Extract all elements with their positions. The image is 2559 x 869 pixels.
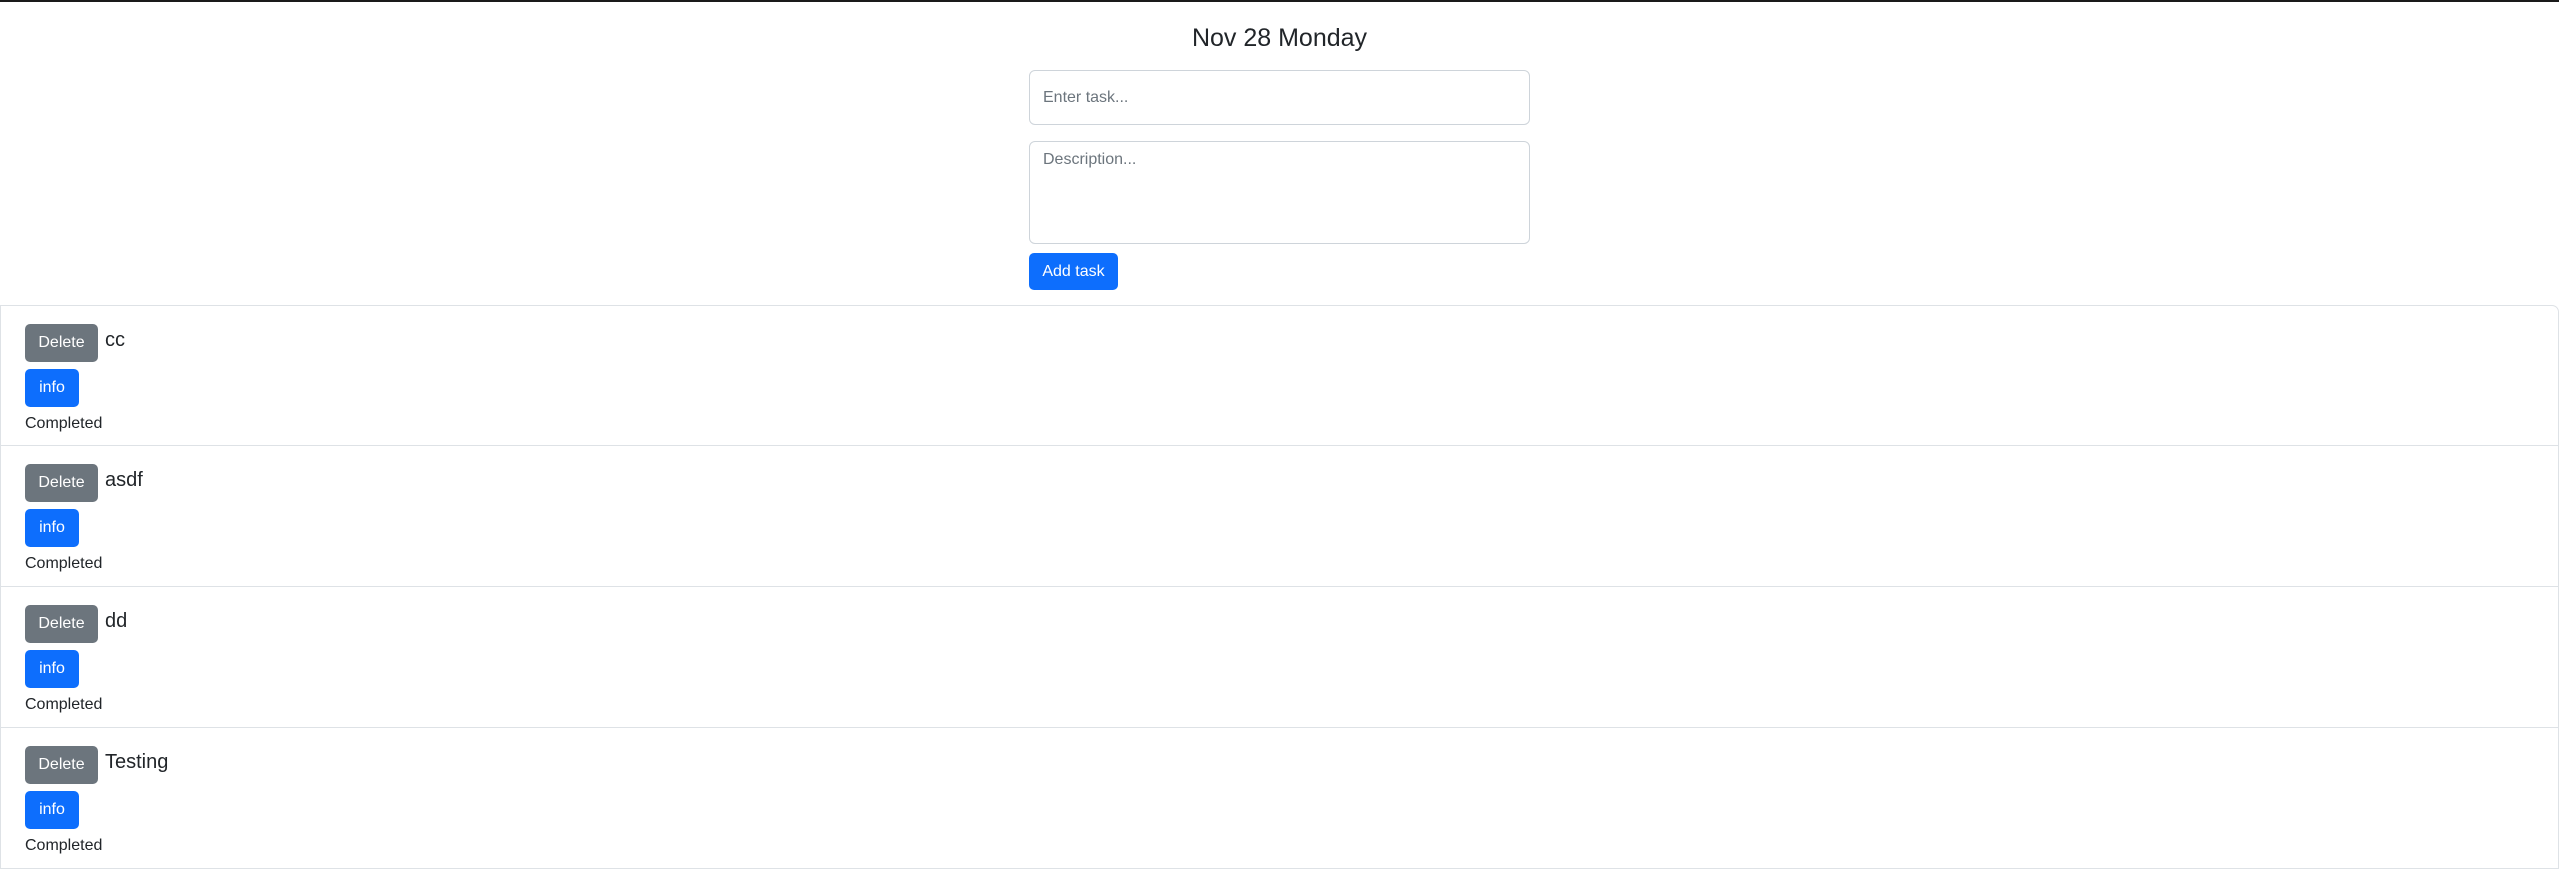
task-name: dd	[105, 610, 128, 632]
task-status: Completed	[25, 415, 103, 432]
top-border	[0, 0, 2559, 2]
task-status: Completed	[25, 837, 103, 854]
task-name: cc	[105, 329, 125, 351]
task-name: asdf	[105, 469, 143, 491]
delete-button[interactable]: Delete	[25, 746, 98, 784]
info-button[interactable]: info	[25, 509, 79, 547]
info-button[interactable]: info	[25, 369, 79, 407]
delete-button[interactable]: Delete	[25, 464, 98, 502]
task-name: Testing	[105, 751, 169, 773]
task-list: Delete cc info Completed Delete asdf inf…	[0, 305, 2559, 869]
info-button[interactable]: info	[25, 791, 79, 829]
task-status: Completed	[25, 696, 103, 713]
add-task-button[interactable]: Add task	[1029, 253, 1118, 290]
add-task-form: Add task	[1029, 70, 1530, 290]
task-item: Delete cc info Completed	[0, 305, 2559, 446]
task-item: Delete Testing info Completed	[0, 728, 2559, 869]
task-input[interactable]	[1029, 70, 1530, 125]
description-input[interactable]	[1029, 141, 1530, 244]
task-status: Completed	[25, 555, 103, 572]
delete-button[interactable]: Delete	[25, 324, 98, 362]
task-item: Delete asdf info Completed	[0, 446, 2559, 587]
info-button[interactable]: info	[25, 650, 79, 688]
task-item: Delete dd info Completed	[0, 587, 2559, 728]
page-title: Nov 28 Monday	[1191, 24, 1368, 52]
delete-button[interactable]: Delete	[25, 605, 98, 643]
